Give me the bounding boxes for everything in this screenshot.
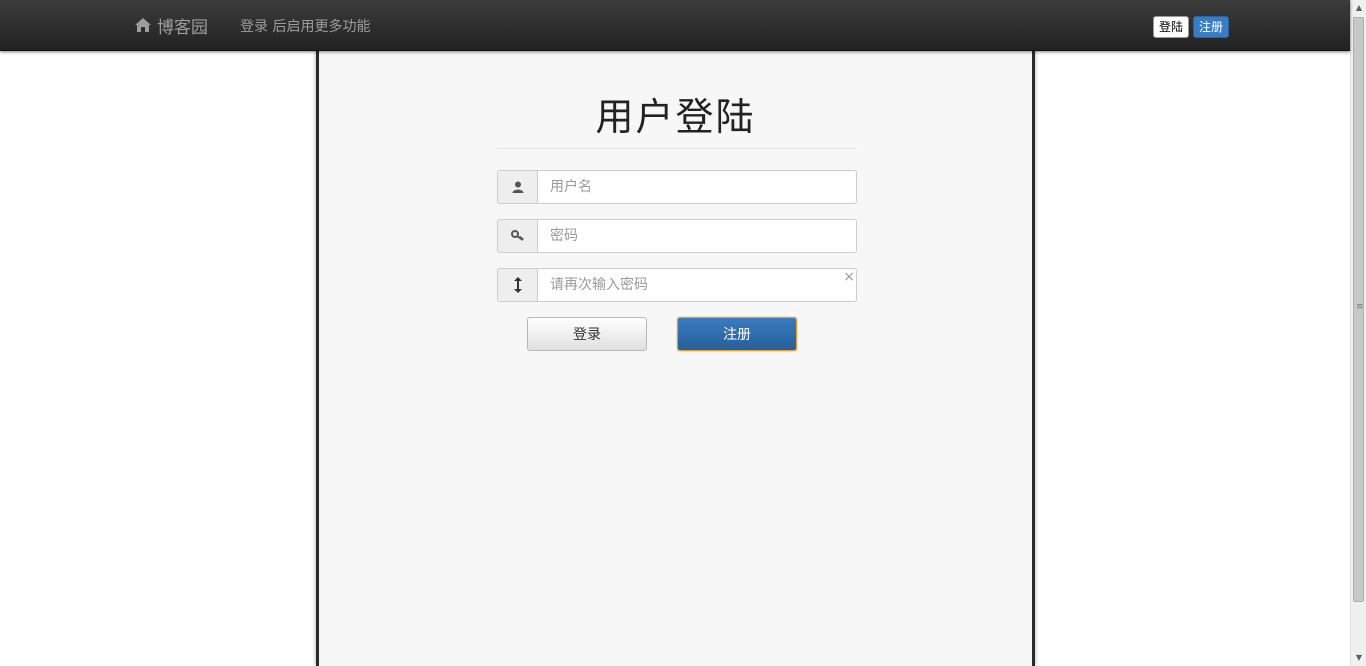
username-group [497,170,857,204]
vertical-arrows-icon [497,268,537,302]
register-button[interactable]: 注册 [677,317,797,351]
home-icon [135,18,151,32]
register-panel: 用户登陆 × 登录 注册 [316,50,1035,666]
scroll-up-arrow-icon[interactable]: ▲ [1351,0,1366,16]
vertical-scrollbar[interactable]: ▲ ≡ ▼ [1350,0,1366,666]
login-prompt-text: 登录 后启用更多功能 [240,19,371,35]
brand-name: 博客园 [157,17,208,38]
password-input[interactable] [537,219,857,253]
user-icon [497,170,537,204]
clear-icon[interactable]: × [843,268,855,286]
brand-link[interactable]: 博客园 [135,13,208,38]
password-group [497,219,857,253]
page-title: 用户登陆 [595,95,756,139]
grip-icon: ≡ [1356,302,1364,312]
title-divider [497,148,857,149]
login-button[interactable]: 登录 [527,317,647,351]
nav-register-button[interactable]: 注册 [1193,16,1230,38]
confirm-password-group: × [497,268,857,302]
top-navbar: 博客园 登录 后启用更多功能 登陆 注册 [0,0,1350,51]
confirm-password-input[interactable] [537,268,857,302]
username-input[interactable] [537,170,857,204]
key-icon [497,219,537,253]
scroll-down-arrow-icon[interactable]: ▼ [1351,650,1366,666]
nav-login-button[interactable]: 登陆 [1153,16,1190,38]
scroll-thumb[interactable]: ≡ [1353,17,1364,602]
